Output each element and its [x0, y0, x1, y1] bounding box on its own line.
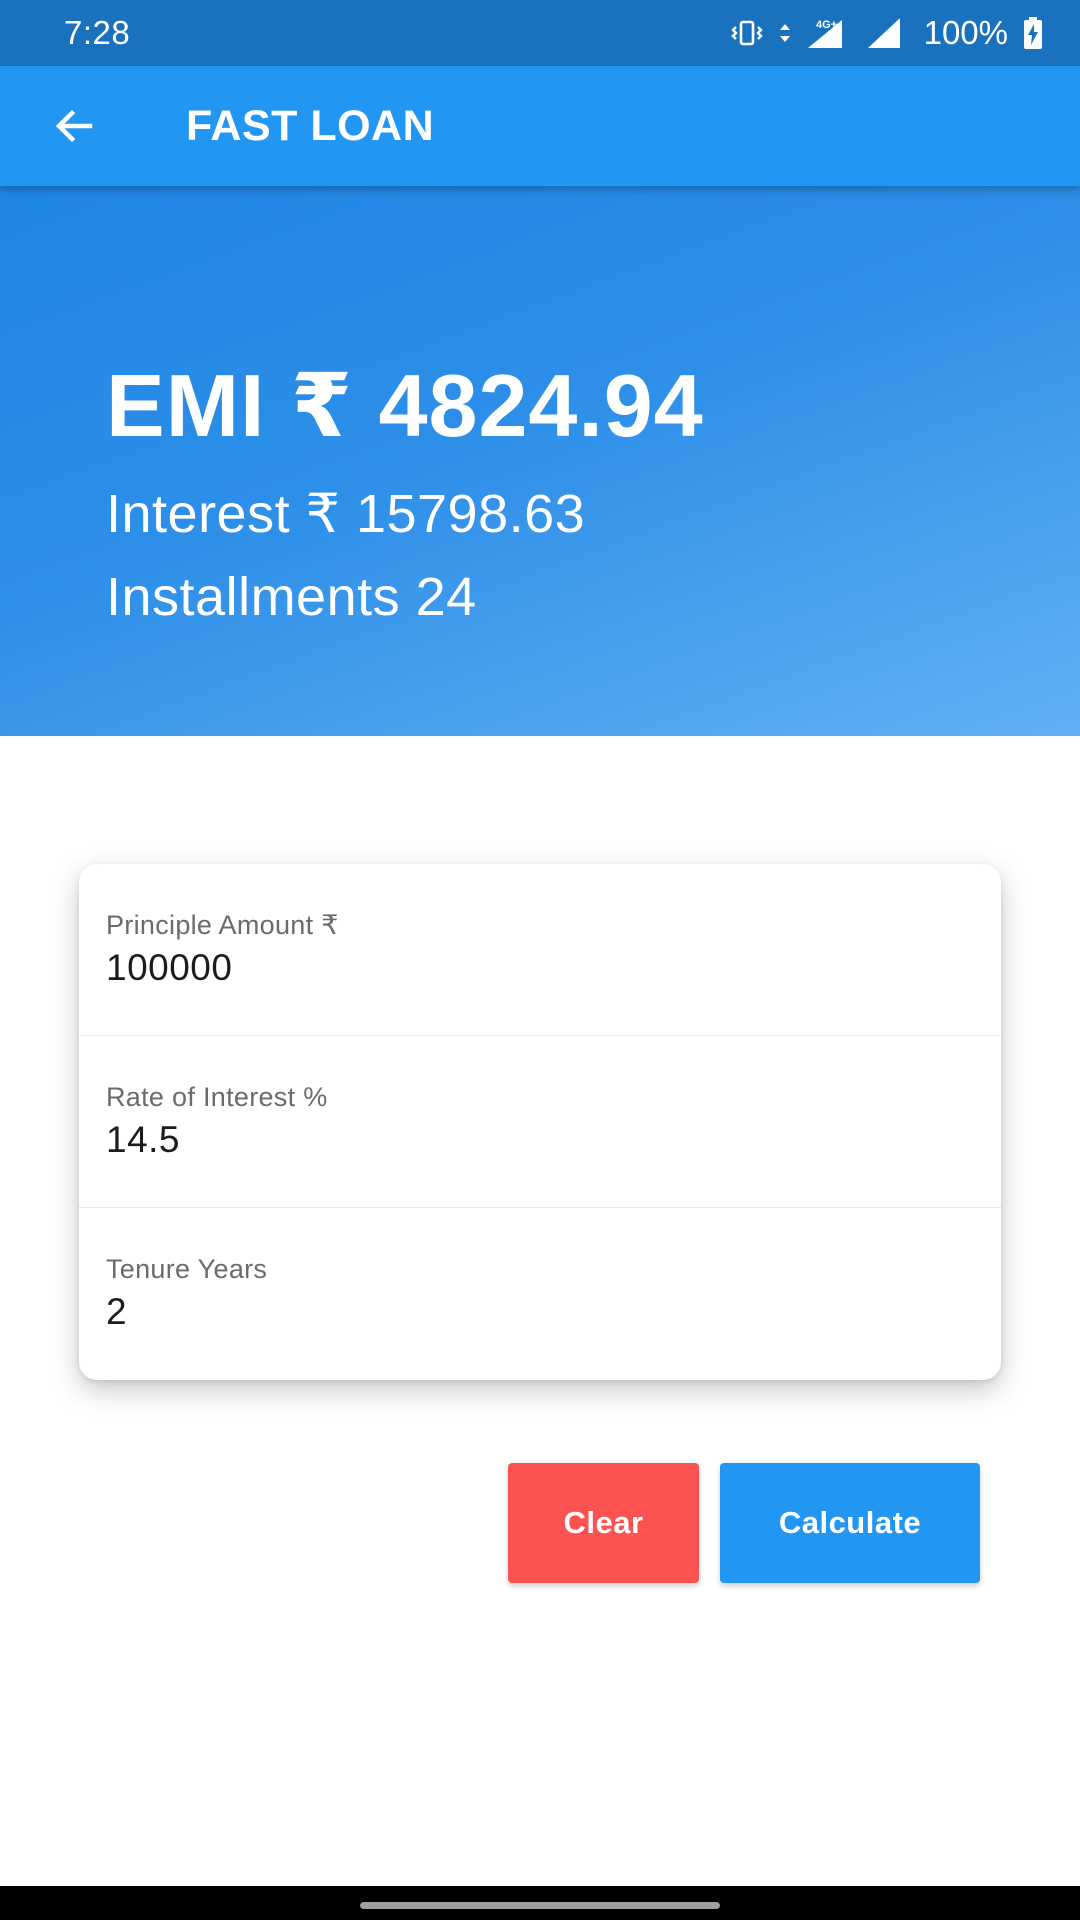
interest-result: Interest ₹ 15798.63	[106, 484, 586, 544]
principal-field[interactable]: Principle Amount ₹	[79, 864, 1001, 1036]
status-icons: 4G+ 100%	[730, 14, 1044, 52]
home-gesture-handle[interactable]	[360, 1902, 720, 1909]
rate-input[interactable]	[106, 1119, 974, 1161]
battery-charging-icon	[1022, 16, 1044, 50]
status-bar: 7:28 4G+ 100%	[0, 0, 1080, 66]
rate-field[interactable]: Rate of Interest %	[79, 1036, 1001, 1208]
installments-result: Installments 24	[106, 567, 477, 627]
app-title: FAST LOAN	[186, 101, 435, 150]
result-panel: EMI ₹ 4824.94 Interest ₹ 15798.63 Instal…	[0, 186, 1080, 736]
arrow-back-icon	[55, 109, 93, 143]
principal-label: Principle Amount ₹	[106, 910, 339, 940]
signal-icon	[866, 16, 904, 50]
vibrate-icon	[730, 18, 764, 48]
battery-percent: 100%	[923, 14, 1008, 51]
calculate-button[interactable]: Calculate	[720, 1463, 980, 1583]
back-button[interactable]	[26, 78, 122, 174]
tenure-input[interactable]	[106, 1291, 974, 1333]
tenure-label: Tenure Years	[106, 1254, 268, 1284]
clear-button[interactable]: Clear	[508, 1463, 699, 1583]
data-arrows-icon	[778, 20, 792, 46]
rate-label: Rate of Interest %	[106, 1082, 328, 1112]
tenure-field[interactable]: Tenure Years	[79, 1208, 1001, 1380]
signal-4g-icon: 4G+	[806, 16, 852, 50]
status-time: 7:28	[64, 14, 131, 51]
app-bar: FAST LOAN	[0, 66, 1080, 186]
screen: 7:28 4G+ 100% FAST LOAN EMI ₹ 4824.94 In…	[0, 0, 1080, 1920]
navigation-bar	[0, 1886, 1080, 1920]
loan-form-card: Principle Amount ₹ Rate of Interest % Te…	[79, 864, 1001, 1380]
principal-input[interactable]	[106, 947, 974, 989]
emi-result: EMI ₹ 4824.94	[106, 356, 704, 455]
network-type-label: 4G+	[816, 19, 837, 31]
